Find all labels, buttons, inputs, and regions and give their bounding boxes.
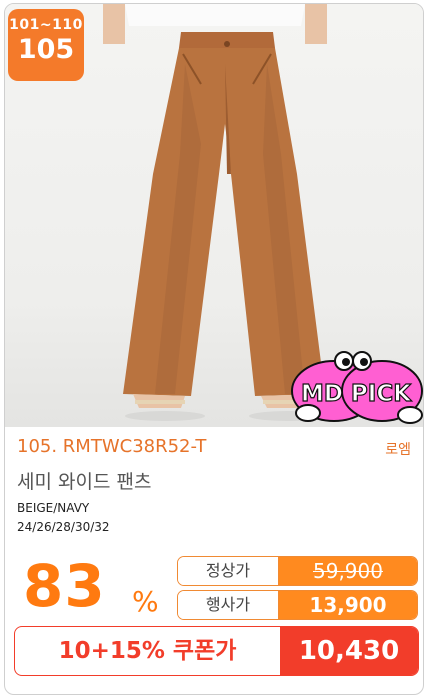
svg-text:MD PICK: MD PICK <box>301 381 412 407</box>
item-number: 105 <box>17 34 75 65</box>
event-price-row: 행사가 13,900 <box>177 590 418 620</box>
color-options: BEIGE/NAVY <box>17 501 90 515</box>
size-options: 24/26/28/30/32 <box>17 520 110 534</box>
product-photo[interactable]: 101~110 105 MD PICK <box>5 4 423 427</box>
discount-rate: 83 <box>23 552 106 620</box>
event-price-label: 행사가 <box>178 591 279 619</box>
percent-sign: % <box>132 585 159 618</box>
coupon-label: 10+15% 쿠폰가 <box>58 638 237 664</box>
regular-price-row: 정상가 59,900 <box>177 556 418 586</box>
regular-price-label: 정상가 <box>178 557 279 585</box>
coupon-price-box[interactable]: 10+15% 쿠폰가 10,430 <box>14 626 419 676</box>
brand-name[interactable]: 로엠 <box>385 439 411 459</box>
regular-price: 59,900 <box>279 557 417 585</box>
event-price: 13,900 <box>279 591 417 619</box>
item-number-badge: 101~110 105 <box>8 9 84 81</box>
coupon-price: 10,430 <box>280 627 418 675</box>
product-card[interactable]: 101~110 105 MD PICK 105. RMTWC38R52-T 로엠… <box>4 3 424 695</box>
number-range: 101~110 <box>9 17 83 33</box>
product-name[interactable]: 세미 와이드 팬츠 <box>17 467 151 494</box>
md-pick-sticker: MD PICK <box>286 347 423 427</box>
product-code[interactable]: 105. RMTWC38R52-T <box>17 436 206 457</box>
